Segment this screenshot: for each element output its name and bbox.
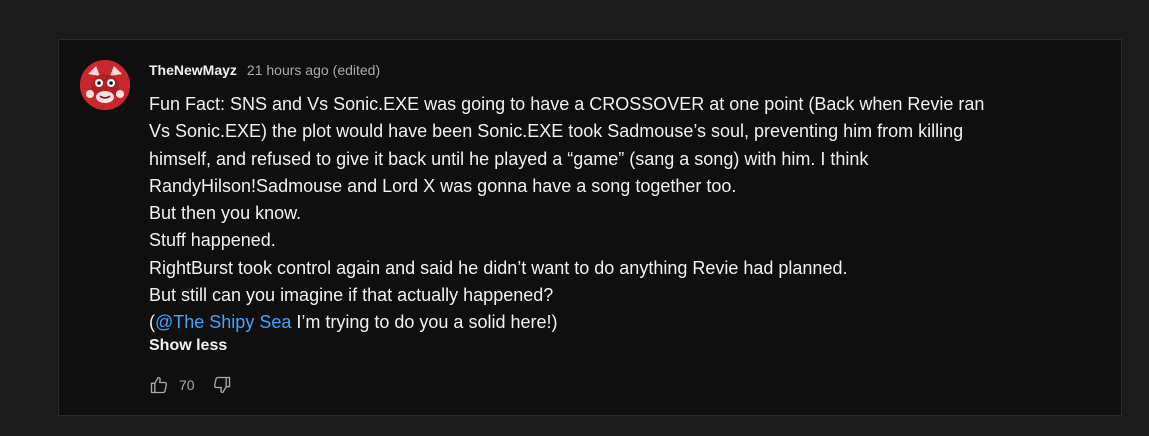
- comment-line-last: (@The Shipy Sea I’m trying to do you a s…: [149, 309, 1079, 336]
- avatar-image: [80, 60, 130, 110]
- comment-line: RandyHilson!Sadmouse and Lord X was gonn…: [149, 175, 737, 196]
- comment-line: But then you know.: [149, 203, 302, 224]
- comment-card: TheNewMayz 21 hours ago (edited) Fun Fact…: [58, 39, 1122, 416]
- comment-line: Fun Fact: SNS and Vs Sonic.EXE was going…: [149, 94, 985, 114]
- comment-line: Stuff happened.: [149, 230, 276, 251]
- comment-line: But still can you imagine if that actual…: [149, 285, 554, 306]
- comment-line: Vs Sonic.EXE) the plot would have been S…: [149, 121, 964, 142]
- mention-link[interactable]: @The Shipy Sea: [155, 312, 291, 332]
- comment-line-rest: I’m trying to do you a solid here!): [291, 312, 558, 333]
- comment-line: himself, and refused to give it back unt…: [149, 148, 869, 169]
- edited-label: (edited): [332, 62, 381, 78]
- comment-actions: 70: [148, 374, 233, 396]
- comment-timestamp[interactable]: 21 hours ago: [247, 62, 329, 78]
- thumbs-up-icon: [150, 376, 168, 394]
- thumbs-down-icon: [213, 376, 230, 394]
- comment-line: RightBurst took control again and said h…: [149, 257, 848, 278]
- like-count: 70: [179, 377, 195, 393]
- comment-header: TheNewMayz 21 hours ago (edited): [149, 62, 380, 78]
- comment-text: Fun Fact: SNS and Vs Sonic.EXE was going…: [149, 91, 1079, 337]
- like-button[interactable]: [148, 374, 170, 396]
- avatar[interactable]: [80, 60, 130, 110]
- dislike-button[interactable]: [211, 374, 233, 396]
- comment-author[interactable]: TheNewMayz: [149, 62, 237, 78]
- show-less-button[interactable]: Show less: [149, 337, 227, 355]
- comment-meta: 21 hours ago (edited): [247, 62, 380, 78]
